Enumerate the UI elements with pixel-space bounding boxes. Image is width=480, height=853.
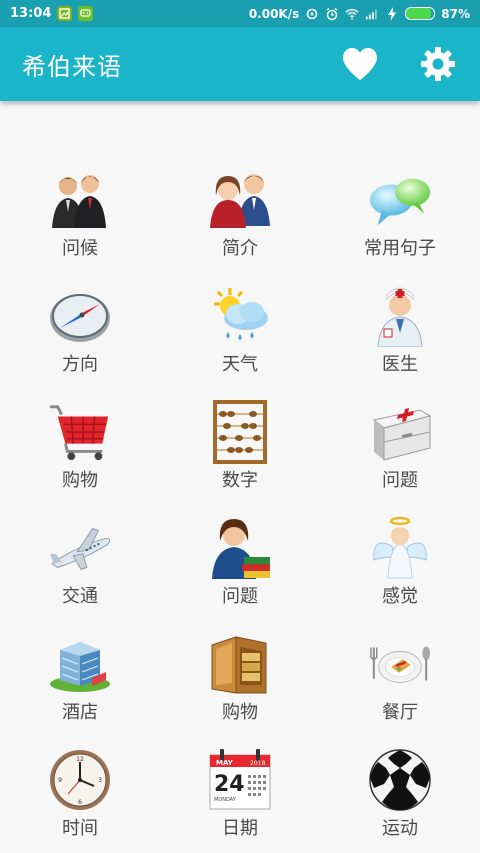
category-label: 购物 bbox=[62, 470, 98, 491]
alarm-icon bbox=[326, 7, 338, 20]
chat-bubbles-icon bbox=[368, 168, 432, 232]
battery-percent: 87% bbox=[441, 6, 470, 21]
app-bar: 希伯来语 bbox=[0, 27, 480, 101]
status-time: 13:04 bbox=[10, 6, 52, 21]
category-questions[interactable]: 问题 bbox=[320, 400, 480, 516]
category-greeting[interactable]: 问候 bbox=[0, 168, 160, 284]
category-label: 酒店 bbox=[62, 702, 98, 723]
app-title: 希伯来语 bbox=[22, 52, 122, 81]
calendar-day: 24 bbox=[214, 772, 245, 797]
battery-icon bbox=[405, 7, 436, 20]
category-label: 问题 bbox=[382, 470, 418, 491]
category-label: 感觉 bbox=[382, 586, 418, 607]
calendar-year: 2018 bbox=[250, 760, 265, 767]
category-weather[interactable]: 天气 bbox=[160, 284, 320, 400]
category-sports[interactable]: 运动 bbox=[320, 748, 480, 853]
message-notification-icon bbox=[78, 6, 94, 21]
category-shopping[interactable]: 购物 bbox=[0, 400, 160, 516]
weather-icon bbox=[208, 284, 272, 348]
category-label: 问候 bbox=[62, 238, 98, 259]
sync-icon bbox=[306, 8, 318, 19]
category-label: 日期 bbox=[222, 818, 258, 839]
category-intro[interactable]: 简介 bbox=[160, 168, 320, 284]
category-date[interactable]: MAY 2018 24 MONDAY 日期 bbox=[160, 748, 320, 853]
category-restaurant[interactable]: 餐厅 bbox=[320, 632, 480, 748]
category-numbers[interactable]: 数字 bbox=[160, 400, 320, 516]
first-aid-kit-icon bbox=[368, 400, 432, 464]
category-label: 数字 bbox=[222, 470, 258, 491]
wifi-icon bbox=[345, 8, 359, 19]
abacus-icon bbox=[208, 400, 272, 464]
wallet-icon bbox=[208, 632, 272, 696]
heart-icon bbox=[343, 48, 377, 80]
calendar-month: MAY bbox=[216, 759, 234, 767]
couple-profile-icon bbox=[208, 168, 272, 232]
soccer-ball-icon bbox=[368, 748, 432, 812]
category-label: 问题 bbox=[222, 586, 258, 607]
svg-text:3: 3 bbox=[98, 777, 102, 784]
clock-icon: 12 3 6 9 bbox=[48, 748, 112, 812]
category-doctor[interactable]: 医生 bbox=[320, 284, 480, 400]
calendar-icon: MAY 2018 24 MONDAY bbox=[208, 748, 272, 812]
image-notification-icon bbox=[57, 6, 73, 21]
category-label: 医生 bbox=[382, 354, 418, 375]
svg-text:12: 12 bbox=[76, 756, 84, 763]
shopping-cart-icon bbox=[48, 400, 112, 464]
doctor-icon bbox=[368, 284, 432, 348]
calendar-weekday: MONDAY bbox=[214, 797, 237, 803]
airplane-icon bbox=[48, 516, 112, 580]
category-hotel[interactable]: 酒店 bbox=[0, 632, 160, 748]
category-feelings[interactable]: 感觉 bbox=[320, 516, 480, 632]
svg-text:6: 6 bbox=[78, 799, 82, 806]
category-label: 常用句子 bbox=[364, 238, 436, 259]
teacher-books-icon bbox=[208, 516, 272, 580]
hotel-building-icon bbox=[48, 632, 112, 696]
dinner-plate-icon bbox=[368, 632, 432, 696]
category-questions-2[interactable]: 问题 bbox=[160, 516, 320, 632]
category-common-phrases[interactable]: 常用句子 bbox=[320, 168, 480, 284]
settings-button[interactable] bbox=[418, 44, 458, 84]
category-transport[interactable]: 交通 bbox=[0, 516, 160, 632]
category-time[interactable]: 12 3 6 9 时间 bbox=[0, 748, 160, 853]
signal-icon bbox=[366, 9, 378, 19]
charging-icon bbox=[388, 6, 397, 21]
category-grid: 问候 简介 常用句子 方向 天气 医生 购物 数字 问题 交通 问题 感觉 酒店… bbox=[0, 168, 480, 853]
category-label: 方向 bbox=[62, 354, 98, 375]
category-label: 天气 bbox=[222, 354, 258, 375]
category-label: 时间 bbox=[62, 818, 98, 839]
network-speed: 0.00K/s bbox=[248, 6, 300, 21]
category-label: 交通 bbox=[62, 586, 98, 607]
angel-icon bbox=[368, 516, 432, 580]
category-label: 购物 bbox=[222, 702, 258, 723]
favorites-button[interactable] bbox=[340, 44, 380, 84]
compass-icon bbox=[48, 284, 112, 348]
svg-text:9: 9 bbox=[58, 777, 62, 784]
category-label: 简介 bbox=[222, 238, 258, 259]
category-direction[interactable]: 方向 bbox=[0, 284, 160, 400]
category-shopping-2[interactable]: 购物 bbox=[160, 632, 320, 748]
gear-icon bbox=[421, 47, 455, 81]
app-actions bbox=[340, 44, 458, 84]
category-label: 餐厅 bbox=[382, 702, 418, 723]
greeting-people-icon bbox=[48, 168, 112, 232]
status-bar: 13:04 0.00K/s 87% bbox=[0, 0, 480, 27]
category-label: 运动 bbox=[382, 818, 418, 839]
